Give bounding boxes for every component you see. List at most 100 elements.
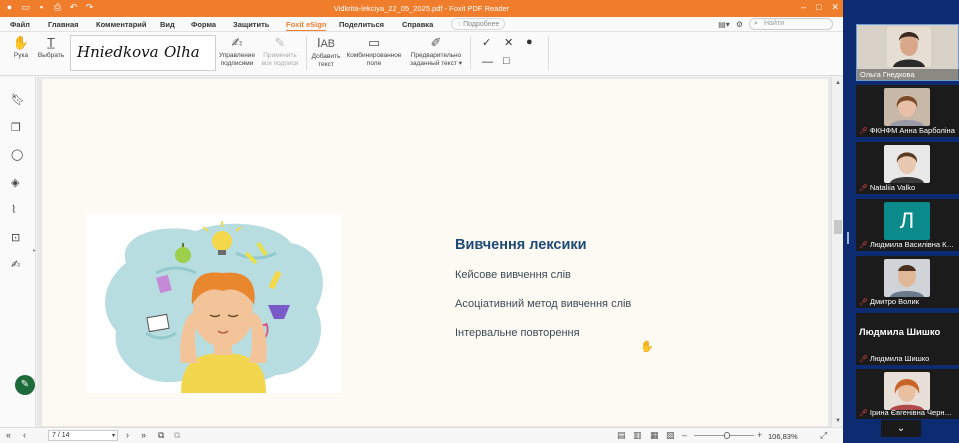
navigation-sidebar: 🔖︎ ❐ ◯ ◈ ⌇ ⊡ ✍ ▸ ✎ xyxy=(0,77,36,427)
layers-icon[interactable]: ◈ xyxy=(11,176,19,189)
line-icon[interactable]: — xyxy=(482,56,493,68)
settings-icon[interactable]: ⚙ xyxy=(736,20,743,29)
fullscreen-icon[interactable]: ⤢ xyxy=(820,430,827,441)
tell-me-more-button[interactable]: ◌ Подробнее xyxy=(451,18,505,30)
participant-tile[interactable]: 🎤︎ Nataliia Valko xyxy=(856,142,959,194)
signature-surname[interactable]: Hniedkova xyxy=(77,43,159,61)
search-input[interactable]: ⌕ Найти xyxy=(749,18,833,30)
document-viewport[interactable]: Вивчення лексики Кейсове вивчення слів А… xyxy=(37,77,843,427)
signature-firstname[interactable]: Olha xyxy=(164,43,200,61)
continuous-facing-view-icon[interactable]: ▧ xyxy=(666,430,675,441)
first-page-icon[interactable]: « xyxy=(6,430,11,440)
vertical-scrollbar[interactable]: ▲ ▼ xyxy=(831,77,843,427)
predefined-text-label: Предварительно заданный текст xyxy=(409,52,462,67)
attachment-icon[interactable]: ⌇ xyxy=(11,203,16,216)
muted-mic-icon: 🎤︎ xyxy=(859,242,868,249)
tab-share[interactable]: Поделиться xyxy=(339,20,384,29)
apply-all-signatures-button[interactable]: ✎ Применить все подписи xyxy=(258,36,302,68)
continuous-view-icon[interactable]: ▥ xyxy=(633,430,642,441)
apply-all-signatures-label: Применить все подписи xyxy=(261,52,299,67)
hand-tool-button[interactable]: ✋ Рука xyxy=(8,36,34,60)
search-placeholder: Найти xyxy=(764,20,784,27)
checkmark-icon[interactable]: ✓ xyxy=(482,36,491,49)
participant-name-text: Людмила Шишко xyxy=(869,354,930,363)
zoom-level[interactable]: 106,83% xyxy=(768,432,798,441)
maximize-icon[interactable]: □ xyxy=(816,2,821,13)
participant-name-text: Дмитро Волик xyxy=(869,297,920,306)
close-icon[interactable]: ✕ xyxy=(831,2,839,13)
sidebar-expand-handle[interactable]: ▸ xyxy=(33,247,36,254)
muted-mic-icon: 🎤︎ xyxy=(859,128,868,135)
zoom-out-icon[interactable]: – xyxy=(682,430,687,440)
participant-name-text: Ірина Євгенівна Черн… xyxy=(869,408,953,417)
tab-form[interactable]: Форма xyxy=(191,20,216,29)
tab-foxit-esign[interactable]: Foxit eSign xyxy=(286,20,327,31)
panel-resize-handle[interactable] xyxy=(847,232,849,244)
muted-mic-icon: 🎤︎ xyxy=(859,185,868,192)
scroll-up-icon[interactable]: ▲ xyxy=(835,80,841,86)
participant-tile-active-speaker[interactable]: Ольга Гнедкова xyxy=(856,24,959,81)
previous-page-icon[interactable]: ‹ xyxy=(23,430,26,440)
layout-options-icon[interactable]: ▤▾ xyxy=(718,20,730,29)
slide-bullet: Асоціативний метод вивчення слів xyxy=(455,298,632,310)
participant-tile[interactable]: 🎤︎ Дмитро Волик xyxy=(856,256,959,308)
previous-view-icon[interactable]: ⧉ xyxy=(158,430,164,441)
participant-tile[interactable]: 🎤︎ Ірина Євгенівна Черн… xyxy=(856,369,959,419)
scrollbar-thumb[interactable] xyxy=(834,220,842,234)
tab-comment[interactable]: Комментарий xyxy=(96,20,147,29)
zoom-in-icon[interactable]: + xyxy=(757,430,762,440)
manage-signatures-button[interactable]: ✍ Управление подписями xyxy=(216,36,258,68)
next-page-icon[interactable]: › xyxy=(126,430,129,440)
tab-protect[interactable]: Защитить xyxy=(233,20,269,29)
hand-tool-label: Рука xyxy=(13,52,29,59)
scroll-down-icon[interactable]: ▼ xyxy=(835,418,841,424)
tab-file[interactable]: Файл xyxy=(10,20,30,29)
foxit-window: ● ▭ ▪ ⎙ ↶ ↷ Vidkrita-lekciya_22_05_2025.… xyxy=(0,0,843,443)
hand-cursor-icon: ✋ xyxy=(640,341,654,353)
signature-gallery[interactable]: Hniedkova Olha xyxy=(70,35,216,71)
tab-help[interactable]: Справка xyxy=(402,20,433,29)
minimize-icon[interactable]: – xyxy=(801,2,806,13)
rectangle-icon[interactable]: □ xyxy=(503,55,510,67)
combined-field-label: Комбинированное поле xyxy=(346,52,402,67)
select-tool-label: Выбрать xyxy=(37,52,65,59)
cross-mark-icon[interactable]: ✕ xyxy=(504,36,513,49)
signature-panel-icon[interactable]: ✍ xyxy=(11,258,20,271)
page-number-input[interactable]: 7 / 14 ▾ xyxy=(48,430,118,441)
select-tool-button[interactable]: T̲ Выбрать xyxy=(36,36,66,60)
show-more-participants-button[interactable]: ⌄ xyxy=(881,420,921,437)
participant-video xyxy=(887,27,931,67)
participant-name: 🎤︎ Людмила Василівна К… xyxy=(859,240,957,249)
manage-signatures-label: Управление подписями xyxy=(218,52,256,67)
predefined-text-button[interactable]: ✐ Предварительно заданный текст ▾ xyxy=(406,36,466,68)
facing-view-icon[interactable]: ▦ xyxy=(650,430,659,441)
participant-name-text: Людмила Василівна К… xyxy=(869,240,955,249)
chevron-down-icon: ⌄ xyxy=(896,423,906,434)
bookmark-icon[interactable]: 🔖︎ xyxy=(11,93,25,106)
sign-fab-button[interactable]: ✎ xyxy=(15,375,35,395)
window-title: Vidkrita-lekciya_22_05_2025.pdf - Foxit … xyxy=(333,4,510,13)
combined-field-button[interactable]: ▭ Комбинированное поле xyxy=(344,36,404,68)
zoom-slider-thumb[interactable] xyxy=(724,432,730,439)
muted-mic-icon: 🎤︎ xyxy=(859,299,868,306)
tab-home[interactable]: Главная xyxy=(48,20,79,29)
participant-name-text: ФКНФМ Анна Барболіна xyxy=(869,126,955,135)
add-text-label: Добавить текст xyxy=(311,53,341,68)
single-page-view-icon[interactable]: ▤ xyxy=(617,430,626,441)
pages-icon[interactable]: ❐ xyxy=(11,121,21,134)
participant-name-text: Nataliia Valko xyxy=(869,183,916,192)
dot-icon[interactable]: ● xyxy=(526,36,533,48)
next-view-icon[interactable]: ⧉ xyxy=(174,430,180,441)
participant-tile[interactable]: Людмила Шишко 🎤︎ Людмила Шишко xyxy=(856,313,959,365)
predefined-text-icon: ✐ xyxy=(430,35,442,50)
comments-icon[interactable]: ◯ xyxy=(11,148,23,161)
pen-icon: ✎ xyxy=(274,35,286,50)
add-text-button[interactable]: IAB Добавить текст xyxy=(308,36,344,69)
security-lock-icon[interactable]: ⊡ xyxy=(11,231,20,244)
participant-name: Ольга Гнедкова xyxy=(857,69,959,80)
participant-tile[interactable]: Л 🎤︎ Людмила Василівна К… xyxy=(856,199,959,251)
tab-view[interactable]: Вид xyxy=(160,20,175,29)
last-page-icon[interactable]: » xyxy=(141,430,146,440)
participant-tile[interactable]: 🎤︎ ФКНФМ Анна Барболіна xyxy=(856,85,959,137)
chevron-down-icon: ▾ xyxy=(111,433,115,439)
